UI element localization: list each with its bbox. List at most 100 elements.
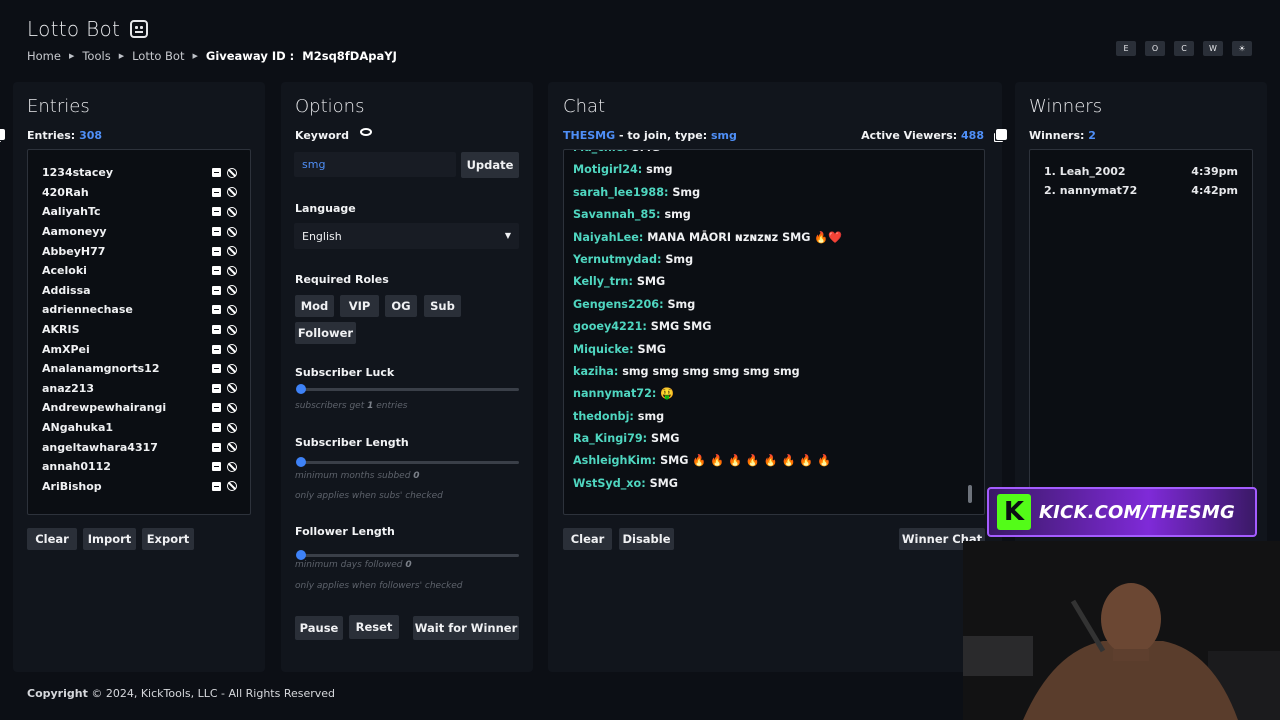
ban-icon[interactable]	[227, 402, 237, 413]
theme-sun-icon[interactable]: ☀	[1232, 41, 1252, 56]
chevron-down-icon: ▼	[504, 231, 511, 240]
chat-username[interactable]: gooey4221:	[573, 320, 647, 333]
list-item: AKRIS	[42, 320, 237, 340]
sub-luck-value: 1	[367, 401, 374, 411]
ban-icon[interactable]	[227, 481, 237, 492]
ban-icon[interactable]	[227, 304, 237, 315]
chat-log[interactable]: Ma_chie: SMGMotigirl24: smgsarah_lee1988…	[563, 149, 985, 515]
theme-button-o[interactable]: O	[1145, 41, 1165, 56]
keyword-input[interactable]: smg	[294, 152, 456, 177]
ban-icon[interactable]	[227, 285, 237, 296]
reset-button[interactable]: Reset	[349, 615, 399, 639]
chat-clear-button[interactable]: Clear	[563, 528, 612, 550]
ban-icon[interactable]	[227, 344, 237, 355]
remove-entry-icon[interactable]	[212, 305, 221, 315]
chat-username[interactable]: Yernutmydad:	[573, 253, 661, 266]
remove-entry-icon[interactable]	[212, 266, 221, 276]
list-item: 420Rah	[42, 183, 237, 203]
chat-username[interactable]: Ra_Kingi79:	[573, 432, 647, 445]
chat-username[interactable]: sarah_lee1988:	[573, 186, 668, 199]
ban-icon[interactable]	[227, 324, 237, 335]
breadcrumb-lotto-bot[interactable]: Lotto Bot	[132, 49, 184, 63]
breadcrumb-tools[interactable]: Tools	[82, 49, 110, 63]
theme-button-e[interactable]: E	[1116, 41, 1136, 56]
chat-username[interactable]: nannymat72:	[573, 387, 656, 400]
entry-name: Addissa	[42, 283, 91, 297]
remove-entry-icon[interactable]	[212, 227, 221, 237]
sub-length-note: only applies when subs' checked	[295, 491, 443, 501]
entry-actions	[212, 265, 237, 276]
slider-handle[interactable]	[296, 384, 306, 394]
list-item: Aceloki	[42, 261, 237, 281]
remove-entry-icon[interactable]	[212, 344, 221, 354]
export-button[interactable]: Export	[142, 528, 194, 550]
chat-username[interactable]: Kelly_trn:	[573, 275, 633, 288]
remove-entry-icon[interactable]	[212, 462, 221, 472]
ban-icon[interactable]	[227, 422, 237, 433]
language-select[interactable]: English ▼	[294, 223, 519, 249]
chat-username[interactable]: WstSyd_xo:	[573, 477, 646, 490]
breadcrumb-home[interactable]: Home	[27, 49, 61, 63]
theme-button-c[interactable]: C	[1174, 41, 1194, 56]
slider-handle[interactable]	[296, 457, 306, 467]
chat-username[interactable]: Gengens2206:	[573, 298, 664, 311]
chat-disable-button[interactable]: Disable	[619, 528, 674, 550]
chat-username[interactable]: Miquicke:	[573, 343, 634, 356]
remove-entry-icon[interactable]	[212, 383, 221, 393]
remove-entry-icon[interactable]	[212, 403, 221, 413]
remove-entry-icon[interactable]	[212, 442, 221, 452]
ban-icon[interactable]	[227, 461, 237, 472]
import-button[interactable]: Import	[83, 528, 136, 550]
theme-button-w[interactable]: W	[1203, 41, 1223, 56]
list-item: ANgahuka1	[42, 418, 237, 438]
chat-text: SMG	[649, 476, 678, 490]
pause-button[interactable]: Pause	[295, 616, 343, 640]
chat-text: MANA MĀORI ɴzɴzɴz SMG 🔥❤️	[647, 230, 843, 244]
keyword-label: Keyword	[295, 129, 349, 142]
ban-icon[interactable]	[227, 265, 237, 276]
copy-icon[interactable]	[996, 129, 1007, 140]
chat-text: SMG	[637, 342, 666, 356]
role-follower-button[interactable]: Follower	[295, 322, 356, 344]
entry-actions	[212, 246, 237, 257]
entries-clear-button[interactable]: Clear	[27, 528, 77, 550]
chat-username[interactable]: Savannah_85:	[573, 208, 661, 221]
role-vip-button[interactable]: VIP	[340, 295, 379, 317]
role-og-button[interactable]: OG	[385, 295, 417, 317]
remove-entry-icon[interactable]	[212, 423, 221, 433]
ban-icon[interactable]	[227, 226, 237, 237]
remove-entry-icon[interactable]	[212, 168, 221, 178]
chat-username[interactable]: Motigirl24:	[573, 163, 642, 176]
remove-entry-icon[interactable]	[212, 246, 221, 256]
ban-icon[interactable]	[227, 187, 237, 198]
ban-icon[interactable]	[227, 246, 237, 257]
entry-actions	[212, 402, 237, 413]
chat-scrollbar[interactable]	[968, 485, 972, 503]
chat-username[interactable]: kaziha:	[573, 365, 618, 378]
sub-length-slider[interactable]	[296, 457, 519, 467]
remove-entry-icon[interactable]	[212, 207, 221, 217]
remove-entry-icon[interactable]	[212, 285, 221, 295]
update-button[interactable]: Update	[461, 152, 519, 178]
ban-icon[interactable]	[227, 383, 237, 394]
chat-username[interactable]: AshleighKim:	[573, 454, 656, 467]
chat-username[interactable]: Ma_chie:	[573, 150, 628, 154]
follow-length-slider[interactable]	[296, 550, 519, 560]
ban-icon[interactable]	[227, 442, 237, 453]
remove-entry-icon[interactable]	[212, 364, 221, 374]
remove-entry-icon[interactable]	[212, 325, 221, 335]
eye-icon[interactable]	[360, 128, 372, 136]
remove-entry-icon[interactable]	[212, 481, 221, 491]
ban-icon[interactable]	[227, 363, 237, 374]
ban-icon[interactable]	[227, 206, 237, 217]
remove-entry-icon[interactable]	[212, 187, 221, 197]
sub-luck-slider[interactable]	[296, 384, 519, 394]
slider-handle[interactable]	[296, 550, 306, 560]
role-sub-button[interactable]: Sub	[424, 295, 461, 317]
ban-icon[interactable]	[227, 167, 237, 178]
copy-icon[interactable]	[0, 129, 5, 140]
chat-username[interactable]: NaiyahLee:	[573, 231, 643, 244]
wait-for-winner-button[interactable]: Wait for Winner	[413, 616, 519, 640]
role-mod-button[interactable]: Mod	[295, 295, 334, 317]
chat-username[interactable]: thedonbj:	[573, 410, 634, 423]
